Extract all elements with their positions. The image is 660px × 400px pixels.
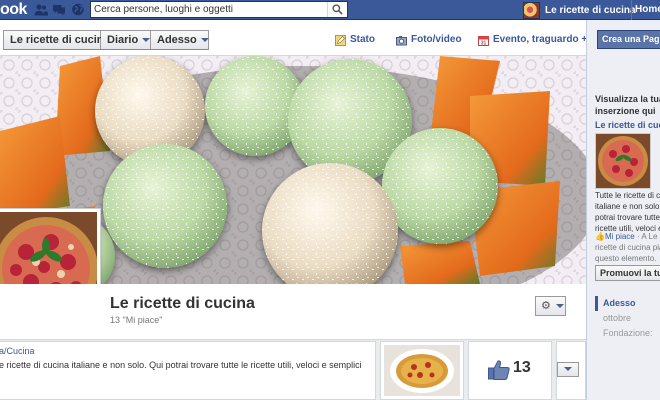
now-label: Adesso xyxy=(157,34,197,46)
thumbs-up-icon xyxy=(488,360,510,380)
composer-photo-label: Foto/video xyxy=(411,34,462,45)
composer-status-label: Stato xyxy=(350,34,375,45)
promote-button[interactable]: Promuovi la tu xyxy=(595,265,660,281)
expand-apps-button[interactable] xyxy=(557,362,579,377)
composer-event-button[interactable]: 31 Evento, traguardo + xyxy=(478,30,587,50)
small-thumbs-up-icon: 👍 xyxy=(595,232,605,241)
ad-image[interactable] xyxy=(595,133,651,189)
ad-body-text: Tutte le ricette di c italiane e non sol… xyxy=(595,191,660,233)
page-category[interactable]: a/Cucina xyxy=(0,346,35,356)
page-settings-button[interactable]: ⚙ xyxy=(535,296,566,316)
timeline-nav-bar: Le ricette di cucina Diario Adesso Stato… xyxy=(0,20,587,56)
photos-thumbnail[interactable] xyxy=(380,341,464,400)
search-box xyxy=(90,1,348,18)
scrubber-item-now[interactable]: Adesso xyxy=(595,296,660,311)
right-sidebar: Crea una Pagina Visualizza la tua inserz… xyxy=(586,20,660,400)
profile-name: Le ricette di cucina xyxy=(545,4,636,16)
likes-count[interactable]: 13 "Mi piace" xyxy=(110,315,162,325)
chevron-down-icon xyxy=(200,38,209,43)
now-dropdown[interactable]: Adesso xyxy=(151,30,209,50)
svg-text:31: 31 xyxy=(481,40,487,46)
more-apps-box xyxy=(556,341,586,400)
ad-like-line: 👍Mi piace · A Le ricette di cucina pia q… xyxy=(595,231,660,264)
chevron-down-icon xyxy=(564,367,572,371)
ad-like-link[interactable]: Mi piace xyxy=(605,232,635,241)
diary-label: Diario xyxy=(107,34,139,46)
top-bar: ook Le ricette di cucina Home xyxy=(0,0,660,20)
page-description: e ricette di cucina italiane e non solo.… xyxy=(0,360,362,370)
calendar-icon: 31 xyxy=(478,35,489,46)
chevron-down-icon xyxy=(142,38,151,43)
ad-title-link[interactable]: Le ricette di cucina xyxy=(595,120,660,130)
status-pencil-icon xyxy=(335,34,346,46)
about-box: a/Cucina e ricette di cucina italiane e … xyxy=(0,341,376,400)
page-name-button[interactable]: Le ricette di cucina xyxy=(3,30,110,50)
camera-icon xyxy=(396,35,407,45)
search-input[interactable] xyxy=(91,2,327,17)
profile-avatar xyxy=(523,1,540,19)
messages-icon[interactable] xyxy=(52,3,66,16)
gear-icon: ⚙ xyxy=(541,300,551,312)
home-link[interactable]: Home xyxy=(631,0,660,20)
composer-event-label: Evento, traguardo + xyxy=(493,34,588,45)
search-button[interactable] xyxy=(327,2,347,17)
facebook-logo[interactable]: ook xyxy=(0,1,27,19)
page-header: Le ricette di cucina 13 "Mi piace" ⚙ xyxy=(0,284,586,340)
composer-status-button[interactable]: Stato xyxy=(335,30,375,50)
timeline-scrubber: Adesso ottobre Fondazione: xyxy=(595,296,660,341)
scrubber-item-october[interactable]: ottobre xyxy=(595,311,660,326)
likes-thumbnail-count: 13 xyxy=(513,359,531,376)
page-title[interactable]: Le ricette di cucina xyxy=(110,295,255,313)
scrubber-item-founded[interactable]: Fondazione: xyxy=(595,326,660,341)
profile-link[interactable]: Le ricette di cucina xyxy=(523,0,636,20)
notifications-globe-icon[interactable] xyxy=(71,3,85,16)
chevron-down-icon xyxy=(556,304,564,308)
likes-thumbnail[interactable]: 13 xyxy=(468,341,552,400)
create-page-button[interactable]: Crea una Pagina xyxy=(597,30,660,49)
friend-requests-icon[interactable] xyxy=(34,3,48,16)
diary-dropdown[interactable]: Diario xyxy=(101,30,151,50)
search-icon xyxy=(332,4,343,15)
ad-heading: Visualizza la tua inserzione qui xyxy=(595,94,660,116)
composer-photo-button[interactable]: Foto/video xyxy=(396,30,462,50)
